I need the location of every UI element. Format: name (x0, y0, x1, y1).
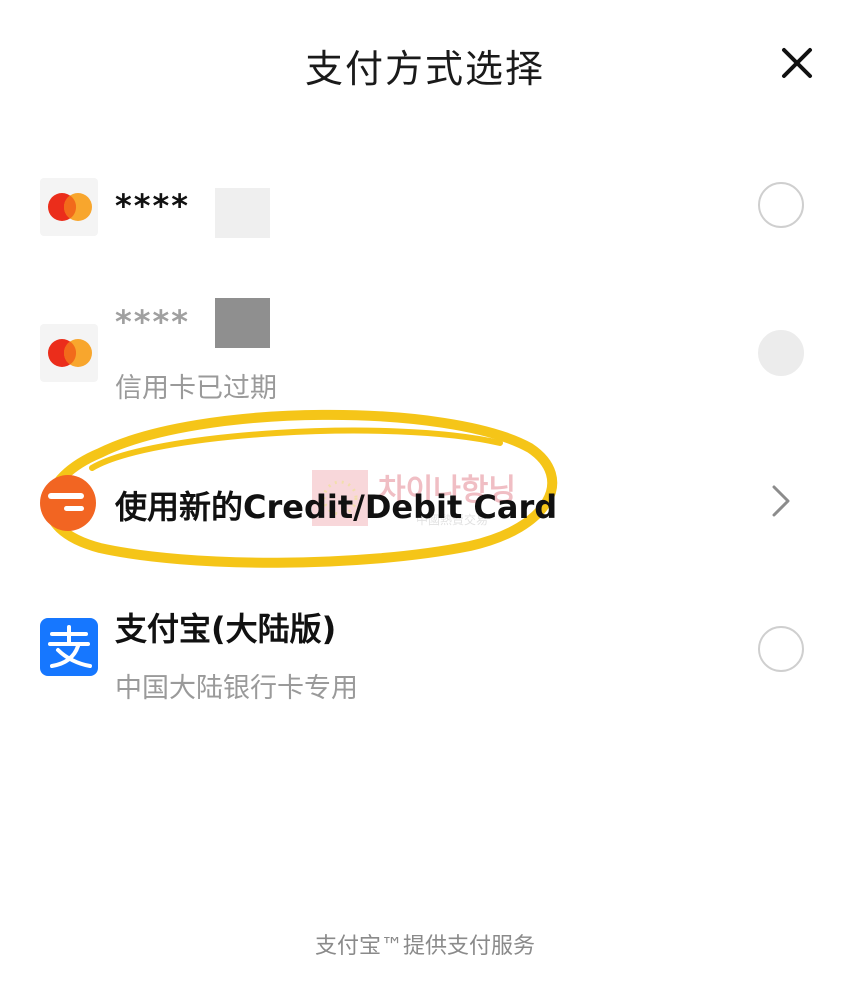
card-expired-text: 信用卡已过期 (115, 373, 277, 404)
mastercard-icon (40, 178, 98, 236)
redacted-block (215, 298, 270, 348)
chevron-right-icon[interactable] (768, 484, 794, 522)
close-button[interactable] (778, 44, 816, 82)
payment-option-card-2-expired: **** 信用卡已过期 (0, 290, 850, 410)
payment-option-new-card[interactable]: 차이나항닝 中國熱賣交易 使用新的Credit/Debit Card (0, 409, 850, 570)
alipay-icon (40, 618, 98, 676)
page-title: 支付方式选择 (304, 47, 545, 91)
alipay-subtext: 中国大陆银行卡专用 (115, 673, 358, 704)
radio-card-2 (758, 330, 804, 376)
radio-card-1[interactable] (758, 182, 804, 228)
card-masked-number: **** (115, 303, 190, 341)
payment-option-alipay[interactable]: 支付宝(大陆版) 中国大陆银行卡专用 (0, 590, 850, 710)
footer-text: 支付宝™提供支付服务 (314, 934, 535, 959)
redacted-block (215, 188, 270, 238)
mastercard-icon (40, 324, 98, 382)
alipay-label: 支付宝(大陆版) (115, 610, 337, 648)
new-card-icon (30, 475, 100, 535)
card-masked-number: **** (115, 187, 190, 225)
new-card-label: 使用新的Credit/Debit Card (115, 488, 558, 526)
close-icon (782, 48, 812, 78)
header: 支付方式选择 (0, 0, 850, 130)
payment-option-card-1[interactable]: **** (0, 160, 850, 260)
radio-alipay[interactable] (758, 626, 804, 672)
